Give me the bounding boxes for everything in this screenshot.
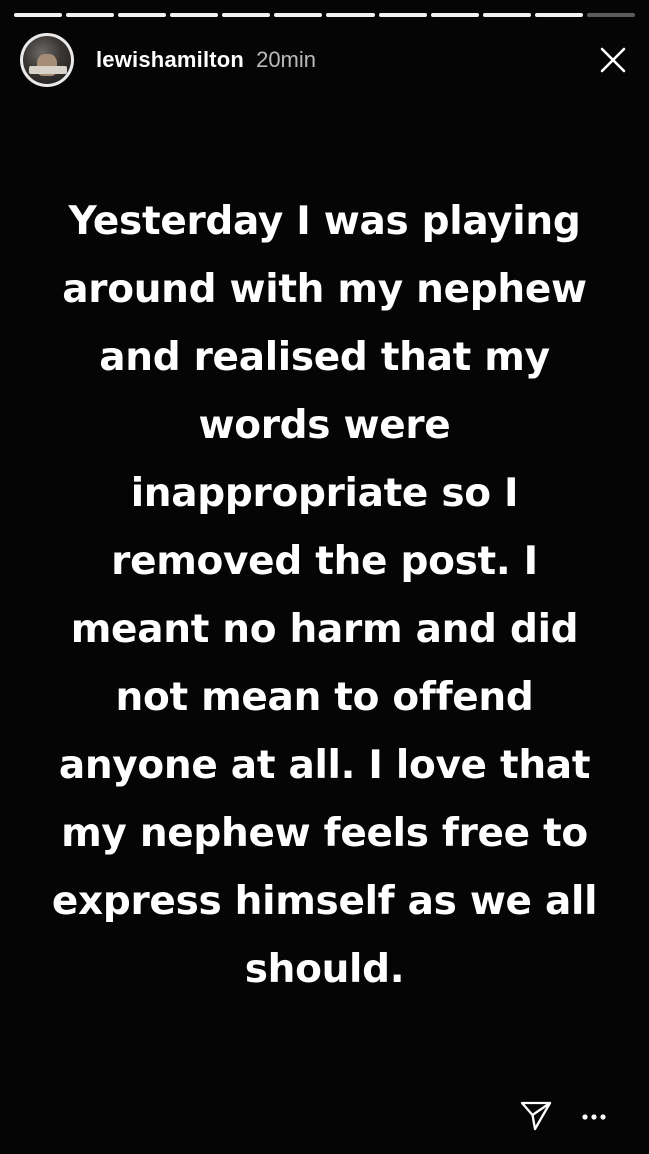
progress-segment-fill <box>14 13 63 17</box>
story-text-line: should. <box>244 947 405 992</box>
avatar[interactable] <box>20 33 74 87</box>
story-progress-bar <box>14 13 635 17</box>
close-button[interactable] <box>595 42 631 78</box>
progress-segment-fill <box>66 13 115 17</box>
more-options-button[interactable] <box>577 1102 611 1132</box>
more-options-icon <box>582 1114 606 1120</box>
story-text: Yesterday I was playing around with my n… <box>10 188 639 1004</box>
profile-photo-icon <box>23 36 71 84</box>
progress-segment-fill <box>378 13 427 17</box>
story-text-line: inappropriate so I <box>130 471 519 516</box>
story-viewer[interactable]: lewishamilton 20min Yesterday I was play… <box>0 0 649 1154</box>
story-text-line: not mean to offend <box>115 675 534 720</box>
story-text-line: around with my nephew <box>62 267 587 312</box>
progress-segment <box>326 13 375 17</box>
username[interactable]: lewishamilton <box>96 47 244 73</box>
progress-segment <box>118 13 167 17</box>
story-header: lewishamilton 20min <box>20 32 631 88</box>
story-text-line: my nephew feels free to <box>61 811 588 856</box>
progress-segment-fill <box>274 13 323 17</box>
story-text-line: and realised that my <box>99 335 550 380</box>
progress-segment-fill <box>170 13 219 17</box>
progress-segment <box>66 13 115 17</box>
progress-segment <box>586 13 635 17</box>
progress-segment <box>482 13 531 17</box>
progress-segment <box>534 13 583 17</box>
progress-segment-fill <box>222 13 271 17</box>
progress-segment-fill <box>326 13 375 17</box>
timestamp: 20min <box>256 47 316 72</box>
progress-segment-fill <box>534 13 583 17</box>
direct-send-icon <box>520 1101 552 1131</box>
story-text-line: words were <box>198 403 451 448</box>
story-text-line: Yesterday I was playing <box>68 199 581 244</box>
progress-segment <box>222 13 271 17</box>
story-text-line: meant no harm and did <box>70 607 579 652</box>
progress-segment-fill <box>430 13 479 17</box>
story-text-line: anyone at all. I love that <box>58 743 591 788</box>
progress-segment <box>430 13 479 17</box>
story-text-line: removed the post. I <box>111 539 538 584</box>
progress-segment <box>378 13 427 17</box>
progress-segment <box>274 13 323 17</box>
progress-segment-fill <box>482 13 531 17</box>
progress-segment <box>170 13 219 17</box>
progress-segment-fill <box>118 13 167 17</box>
close-icon <box>600 47 626 73</box>
progress-segment <box>14 13 63 17</box>
send-button[interactable] <box>517 1096 555 1134</box>
story-text-line: express himself as we all <box>51 879 598 924</box>
